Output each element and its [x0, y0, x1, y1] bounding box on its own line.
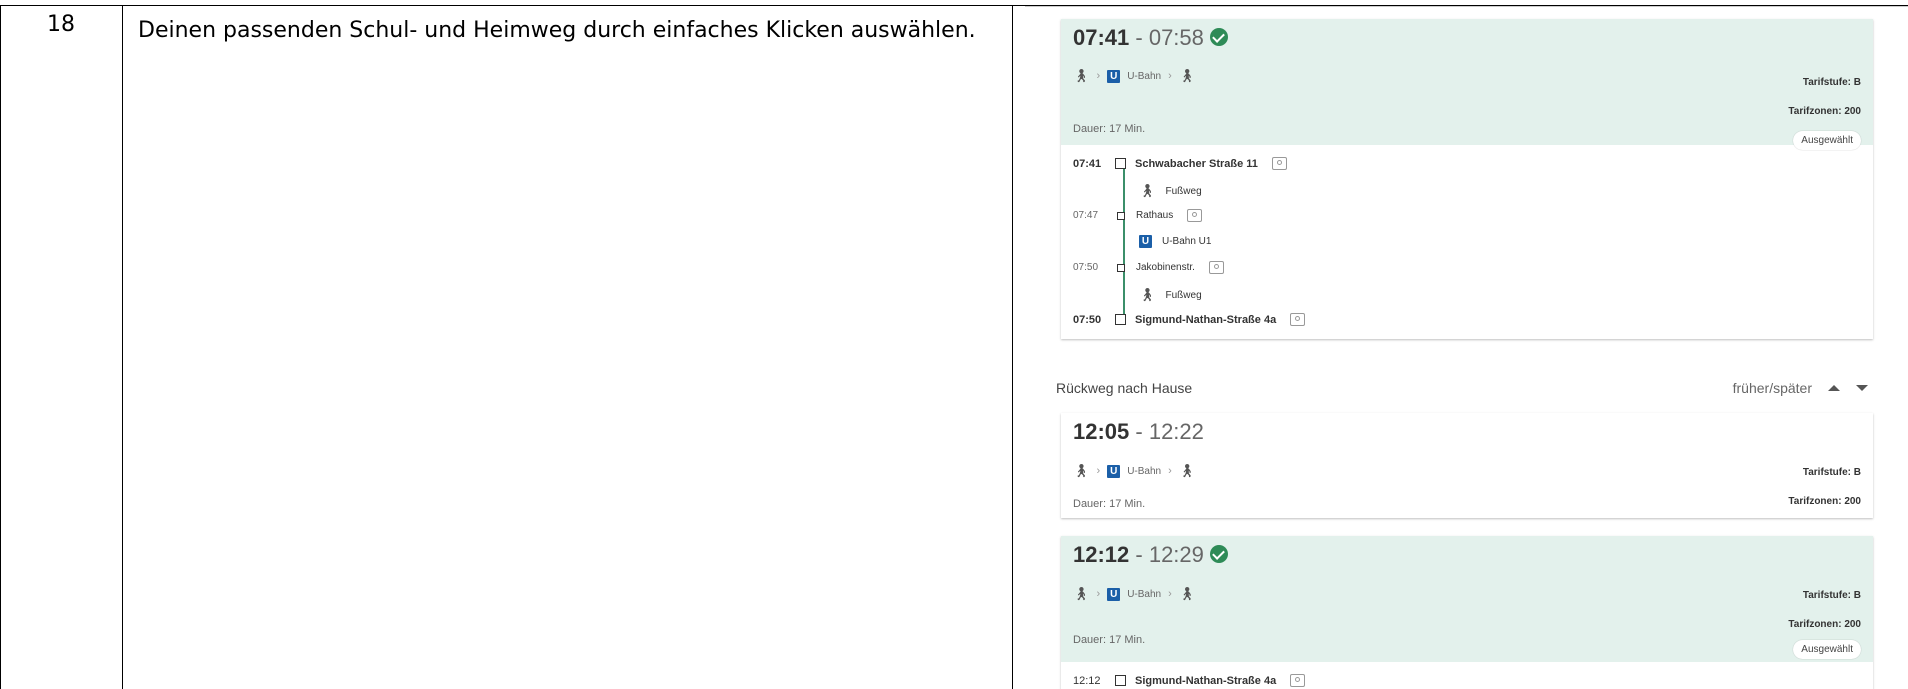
earlier-later-nav: früher/später [1733, 380, 1868, 396]
stop-time: 07:50 [1073, 313, 1102, 326]
route-modes: 🚶︎ › U U-Bahn › 🚶︎ [1073, 586, 1195, 602]
arrow-up-icon[interactable] [1828, 385, 1840, 391]
stop-time: 07:50 [1073, 262, 1099, 273]
walk-icon: 🚶︎ [1139, 183, 1156, 198]
chevron-right-icon: › [1096, 465, 1101, 477]
ubahn-icon: U [1107, 464, 1121, 478]
row-number: 18 [47, 12, 75, 37]
leg-label: Fußweg [1165, 289, 1202, 301]
stop-name: Sigmund-Nathan-Straße 4a [1135, 674, 1277, 687]
route-start-time: 12:05 [1073, 419, 1130, 444]
tarifstufe: Tarifstufe: B [1802, 77, 1861, 88]
leg-ubahn: U U-Bahn U1 [1139, 235, 1211, 248]
stop-end: 07:50 Sigmund-Nathan-Straße 4a [1073, 313, 1306, 326]
route-time: 07:41 - 07:58 [1073, 25, 1228, 51]
map-icon[interactable] [1208, 261, 1224, 274]
app-screenshot: 07:41 - 07:58 🚶︎ › U U-Bahn › 🚶︎ Tarifstufe: … [1025, 6, 1908, 689]
tarifzonen: Tarifzonen: 200 [1788, 619, 1861, 630]
mode-label: U-Bahn [1127, 588, 1162, 600]
stop-time: 07:47 [1073, 210, 1099, 221]
return-title: Rückweg nach Hause [1056, 380, 1193, 396]
walk-icon: 🚶︎ [1073, 68, 1090, 83]
map-icon[interactable] [1187, 209, 1203, 222]
stop-name: Sigmund-Nathan-Straße 4a [1135, 313, 1277, 326]
ubahn-icon: U [1139, 235, 1152, 248]
route-start-time: 07:41 [1073, 25, 1130, 50]
map-icon[interactable] [1290, 674, 1306, 687]
row-description: Deinen passenden Schul- und Heimweg durc… [138, 18, 976, 43]
chevron-right-icon: › [1096, 588, 1101, 600]
stop-small-square-icon [1117, 263, 1125, 272]
stop-name: Jakobinenstr. [1136, 262, 1195, 273]
chevron-right-icon: › [1168, 588, 1172, 600]
table-col-divider-1 [122, 5, 123, 689]
leg-label: Fußweg [1165, 185, 1202, 197]
tarifzonen: Tarifzonen: 200 [1788, 106, 1861, 117]
route-card-header[interactable]: 12:05 - 12:22 🚶︎ › U U-Bahn › 🚶︎ Tarifstufe: … [1061, 413, 1873, 518]
walk-icon: 🚶︎ [1139, 287, 1156, 302]
route-modes: 🚶︎ › U U-Bahn › 🚶︎ [1073, 68, 1195, 84]
stop-time: 12:12 [1073, 674, 1101, 687]
document-table: 18 Deinen passenden Schul- und Heimweg d… [0, 0, 1908, 689]
stop-name: Rathaus [1136, 210, 1174, 221]
map-icon[interactable] [1290, 313, 1306, 326]
selected-check-icon [1209, 28, 1228, 47]
route-card-outbound[interactable]: 07:41 - 07:58 🚶︎ › U U-Bahn › 🚶︎ Tarifstufe: … [1061, 19, 1873, 339]
tarifzonen: Tarifzonen: 200 [1788, 496, 1861, 507]
route-time: 12:05 - 12:22 [1073, 419, 1204, 445]
table-col-divider-2 [1012, 5, 1013, 689]
route-end-time: - 12:29 [1129, 542, 1204, 567]
stop-start: 12:12 Sigmund-Nathan-Straße 4a [1073, 674, 1306, 687]
ubahn-icon: U [1107, 587, 1121, 601]
tarifstufe: Tarifstufe: B [1802, 590, 1861, 601]
mode-label: U-Bahn [1127, 465, 1162, 477]
stop-rathaus: 07:47 Rathaus [1073, 209, 1203, 222]
stop-square-icon [1115, 675, 1126, 686]
route-modes: 🚶︎ › U U-Bahn › 🚶︎ [1073, 463, 1195, 479]
route-card-return-2[interactable]: 12:12 - 12:29 🚶︎ › U U-Bahn › 🚶︎ Tarifstufe: … [1061, 536, 1873, 689]
stop-square-icon [1115, 158, 1126, 169]
walk-icon: 🚶︎ [1073, 463, 1090, 478]
chevron-right-icon: › [1168, 465, 1172, 477]
mode-label: U-Bahn [1127, 70, 1162, 82]
walk-icon: 🚶︎ [1178, 586, 1196, 601]
route-line [1123, 167, 1125, 319]
arrow-down-icon[interactable] [1856, 385, 1868, 391]
ubahn-icon: U [1107, 69, 1121, 83]
table-left-border [0, 5, 1, 689]
walk-icon: 🚶︎ [1073, 586, 1090, 601]
chevron-right-icon: › [1168, 70, 1172, 82]
stop-time: 07:41 [1073, 157, 1102, 170]
duration: Dauer: 17 Min. [1073, 634, 1146, 646]
chevron-right-icon: › [1096, 70, 1101, 82]
duration: Dauer: 17 Min. [1073, 498, 1146, 510]
walk-icon: 🚶︎ [1178, 463, 1196, 478]
route-end-time: - 07:58 [1129, 25, 1204, 50]
map-icon[interactable] [1271, 157, 1287, 170]
selected-badge: Ausgewählt [1793, 640, 1861, 659]
stop-square-icon [1115, 314, 1126, 325]
route-card-header[interactable]: 07:41 - 07:58 🚶︎ › U U-Bahn › 🚶︎ Tarifstufe: … [1061, 19, 1873, 150]
route-time: 12:12 - 12:29 [1073, 542, 1228, 568]
route-card-header[interactable]: 12:12 - 12:29 🚶︎ › U U-Bahn › 🚶︎ Tarifstufe: … [1061, 536, 1873, 662]
screenshot-top-border [1025, 6, 1908, 7]
earlier-later-label: früher/später [1732, 380, 1812, 396]
duration: Dauer: 17 Min. [1073, 123, 1146, 135]
selected-check-icon [1209, 545, 1228, 564]
route-details: 12:12 Sigmund-Nathan-Straße 4a [1061, 662, 1873, 689]
stop-start: 07:41 Schwabacher Straße 11 [1073, 157, 1287, 170]
stop-name: Schwabacher Straße 11 [1135, 157, 1258, 170]
leg-walk-2: 🚶︎ Fußweg [1139, 287, 1202, 303]
walk-icon: 🚶︎ [1178, 68, 1196, 83]
route-start-time: 12:12 [1073, 542, 1130, 567]
tarifstufe: Tarifstufe: B [1802, 467, 1861, 478]
leg-walk-1: 🚶︎ Fußweg [1139, 183, 1202, 199]
stop-small-square-icon [1117, 211, 1125, 220]
route-details: 07:41 Schwabacher Straße 11 🚶︎ Fußweg 07:4… [1061, 145, 1873, 339]
stop-jakobinenstr: 07:50 Jakobinenstr. [1073, 261, 1224, 274]
leg-label: U-Bahn U1 [1162, 236, 1212, 247]
route-end-time: - 12:22 [1129, 419, 1204, 444]
route-card-return-1[interactable]: 12:05 - 12:22 🚶︎ › U U-Bahn › 🚶︎ Tarifstufe: … [1061, 413, 1873, 518]
